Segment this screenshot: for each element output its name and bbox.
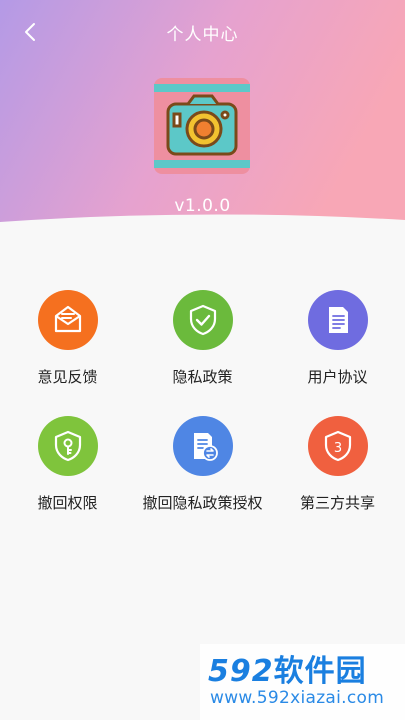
menu-item-label: 撤回权限 [37, 494, 98, 512]
shield-check-icon [172, 290, 233, 350]
menu-item-label: 第三方共享 [299, 494, 375, 512]
menu-item-privacy-policy[interactable]: 隐私政策 [135, 290, 270, 400]
watermark-brand: 592软件园 [208, 646, 367, 690]
camera-app-logo-icon [154, 78, 250, 174]
menu-item-feedback[interactable]: 意见反馈 [0, 290, 135, 400]
menu-item-revoke-privacy-authorization[interactable]: 撤回隐私政策授权 [135, 416, 270, 526]
site-watermark: 592软件园 www.592xiazai.com [200, 644, 405, 720]
svg-text:3: 3 [333, 441, 341, 456]
menu-item-revoke-permissions[interactable]: 撤回权限 [0, 416, 135, 526]
watermark-brand-number: 592 [208, 654, 274, 689]
menu-item-label: 隐私政策 [172, 368, 233, 386]
menu-item-user-agreement[interactable]: 用户协议 [270, 290, 405, 400]
profile-header: 个人中心 v1.0.0 [0, 0, 405, 260]
document-icon [307, 290, 368, 350]
watermark-brand-name: 软件园 [273, 654, 367, 689]
mail-icon [37, 290, 98, 350]
document-revoke-icon [172, 416, 233, 476]
shield-key-icon [37, 416, 98, 476]
menu-item-third-party-sharing[interactable]: 3 第三方共享 [270, 416, 405, 526]
page-title: 个人中心 [166, 25, 239, 45]
app-version: v1.0.0 [174, 196, 231, 216]
shield-three-icon: 3 [307, 416, 368, 476]
menu-item-label: 用户协议 [307, 368, 368, 386]
menu-item-label: 意见反馈 [37, 368, 98, 386]
watermark-url: www.592xiazai.com [210, 688, 385, 708]
menu-item-label: 撤回隐私政策授权 [142, 494, 263, 512]
